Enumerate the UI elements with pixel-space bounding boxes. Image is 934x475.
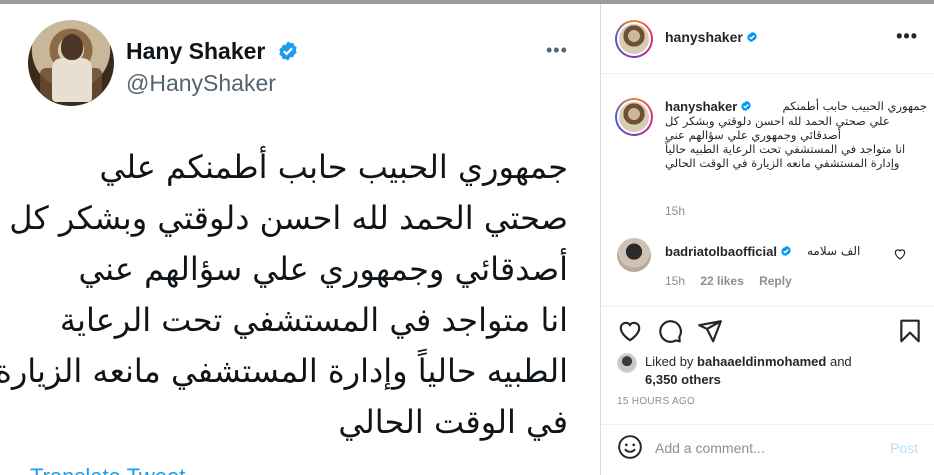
- post-header: hanyshaker •••: [601, 4, 934, 74]
- actions-divider: [601, 306, 934, 307]
- heart-icon[interactable]: [617, 318, 643, 344]
- tweet-line: الطبيه حالياً وإدارة المستشفي مانعه الزي…: [0, 352, 568, 390]
- liked-by-prefix: Liked by: [645, 354, 698, 369]
- tweet-line: صحتي الحمد لله احسن دلوقتي وبشكر كل: [9, 199, 568, 237]
- liked-by-user[interactable]: bahaaeldinmohamed: [697, 354, 826, 369]
- caption-body: علي صحتي الحمد لله احسن دلوقتي وبشكر كل …: [665, 114, 905, 170]
- comment-reply-button[interactable]: Reply: [759, 274, 792, 288]
- tweet-card: Hany Shaker @HanyShaker ••• جمهوري الحبي…: [0, 4, 600, 475]
- header-avatar[interactable]: [615, 20, 653, 58]
- verified-badge-icon: [781, 245, 791, 257]
- post-side-panel: hanyshaker ••• hanyshaker جمهوري الحبيب …: [601, 4, 934, 475]
- liked-by-summary: Liked by bahaaeldinmohamed and 6,350 oth…: [645, 353, 915, 389]
- caption-line: علي صحتي الحمد لله احسن دلوقتي وبشكر كل: [665, 114, 890, 128]
- post-comment-button[interactable]: Post: [890, 440, 918, 456]
- tweet-line: جمهوري الحبيب حابب أطمنكم علي: [99, 148, 568, 186]
- comment-avatar[interactable]: [617, 238, 651, 272]
- comment-text: الف سلامه: [807, 244, 861, 258]
- translate-tweet-link[interactable]: Translate Tweet: [30, 464, 185, 475]
- liked-by-and: and: [826, 354, 852, 369]
- caption-username[interactable]: hanyshaker: [665, 99, 752, 114]
- tweet-display-name[interactable]: Hany Shaker: [126, 38, 265, 65]
- tweet-text: جمهوري الحبيب حابب أطمنكم علي صحتي الحمد…: [0, 142, 569, 448]
- tweet-avatar[interactable]: [28, 20, 114, 106]
- caption-timestamp[interactable]: 15h: [665, 204, 685, 218]
- comment-icon[interactable]: [657, 318, 683, 344]
- verified-badge-icon: [741, 100, 752, 112]
- caption-line: جمهوري الحبيب حابب أطمنكم: [782, 99, 927, 113]
- tweet-line: أصدقائي وجمهوري علي سؤالهم عني: [78, 250, 569, 288]
- verified-badge-icon: [747, 31, 757, 43]
- caption-line: أصدقائي وجمهوري علي سؤالهم عني: [665, 128, 841, 142]
- comment-meta: 15h 22 likes Reply: [665, 274, 804, 288]
- share-icon[interactable]: [697, 318, 723, 344]
- ellipsis-icon[interactable]: •••: [546, 40, 568, 61]
- tweet-line: انا متواجد في المستشفي تحت الرعاية: [59, 301, 568, 339]
- caption: hanyshaker جمهوري الحبيب حابب أطمنكم علي…: [665, 99, 927, 170]
- comment-like-heart-icon[interactable]: [893, 247, 907, 261]
- smiley-icon[interactable]: [617, 434, 643, 460]
- tweet-line: في الوقت الحالي: [338, 403, 568, 441]
- add-comment-input[interactable]: [655, 440, 875, 456]
- post-timestamp[interactable]: 15 HOURS AGO: [617, 396, 695, 407]
- liked-by-others[interactable]: 6,350 others: [645, 372, 721, 387]
- liked-by-avatar[interactable]: [617, 353, 637, 373]
- comment-likes[interactable]: 22 likes: [700, 274, 743, 288]
- caption-line: وإدارة المستشفي مانعه الزيارة في الوقت ا…: [665, 156, 900, 170]
- more-icon[interactable]: •••: [896, 26, 918, 47]
- header-username[interactable]: hanyshaker: [665, 29, 758, 45]
- caption-username-text[interactable]: hanyshaker: [665, 99, 737, 114]
- caption-avatar[interactable]: [615, 98, 653, 136]
- header-username-text[interactable]: hanyshaker: [665, 29, 743, 45]
- verified-badge-icon: [279, 41, 297, 61]
- tweet-handle[interactable]: @HanyShaker: [126, 70, 276, 97]
- bookmark-icon[interactable]: [897, 318, 923, 344]
- caption-line: انا متواجد في المستشفي تحت الرعاية الطبي…: [665, 142, 906, 156]
- comment-box-divider: [601, 424, 934, 425]
- comment-time[interactable]: 15h: [665, 274, 685, 288]
- comment-username-text[interactable]: badriatolbaofficial: [665, 244, 777, 259]
- comment-username[interactable]: badriatolbaofficial: [665, 244, 792, 259]
